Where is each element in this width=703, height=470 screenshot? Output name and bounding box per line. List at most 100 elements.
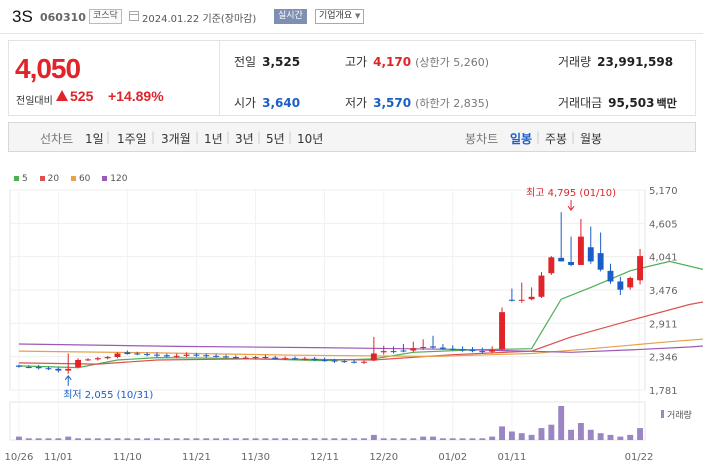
candle-body [489,349,496,352]
realtime-button[interactable]: 실시간 [274,9,307,24]
y-tick-label: 4,041 [649,253,678,264]
volume-bar [528,434,535,440]
period-1d[interactable]: 1일 [85,130,104,147]
candle-body [459,349,466,351]
volume-bar [301,438,308,440]
divider: | [151,130,156,144]
candle-body [351,361,358,363]
candle-monthly[interactable]: 월봉 [580,130,602,147]
period-1y[interactable]: 1년 [204,130,223,147]
candle-body [65,368,72,371]
volume-bar [390,438,397,440]
candle-body [430,346,436,348]
candle-body [508,299,515,301]
volume-bar [15,436,22,440]
candle-body [203,355,210,357]
x-tick-label: 12/11 [310,452,339,463]
stock-code: 060310 [40,11,86,24]
candle-body [223,356,229,358]
volume-bar [449,438,456,440]
volume-bar [84,438,91,440]
divider [219,41,220,115]
volume-bar [617,436,624,440]
prev-close: 전일 3,525 [234,55,301,69]
candle-body [538,275,545,297]
chart-axes: 5,170 4,605 4,041 3,476 2,911 2,346 1,781 10/26… [5,186,678,463]
price-date: 2024.01.22 기준(장마감) [142,14,257,25]
volume-bar [35,438,42,440]
candle-weekly[interactable]: 주봉 [545,130,567,147]
candle-body [361,361,367,363]
candle-body [124,352,131,355]
volume-bar [459,438,466,440]
change-label: 전일대비 [16,96,53,107]
divider: | [226,130,231,144]
candle-body [479,351,486,353]
volume-bar [272,438,279,440]
price-chart[interactable]: 5,170 4,605 4,041 3,476 2,911 2,346 1,781 10/26… [0,168,703,468]
candle-body [144,354,151,356]
volume-bar [223,438,229,440]
line-chart-label: 선차트 [40,132,74,146]
candle-body [311,358,318,360]
volume-bar [341,438,348,440]
x-tick-label: 11/21 [182,452,211,463]
x-tick-label: 12/20 [369,452,398,463]
period-3m[interactable]: 3개월 [161,130,191,147]
company-info-dropdown[interactable]: 기업개요 ▼ [315,9,365,24]
candle-body [252,357,259,359]
volume-bar [420,436,427,440]
open-price: 시가 3,640 [234,96,301,110]
candle-body [84,359,91,361]
candle-body [232,357,239,359]
volume-bar [508,431,515,440]
divider: | [288,130,293,144]
candle-body [55,368,62,371]
volume-bar [410,438,417,440]
candle-body [449,348,456,350]
candle-daily[interactable]: 일봉 [510,130,532,147]
candle-body [75,359,82,368]
y-tick-label: 2,346 [649,353,678,364]
price-panel: 4,050 전일대비 525 +14.89% 전일 3,525 고가 4,170 (상… [8,40,696,116]
volume-bar [282,438,289,440]
divider: | [195,130,200,144]
period-1w[interactable]: 1주일 [117,130,147,147]
period-10y[interactable]: 10년 [297,130,323,147]
volume-bar [380,438,387,440]
volume-bar [94,438,101,440]
candle-body [292,358,298,360]
chart-toolbar: 선차트 1일 | 1주일 | 3개월 | 1년 | 3년 | 5년 | 10년 … [8,122,696,152]
low-annotation: 최저 2,055 (10/31) [63,389,153,401]
volume-bar [193,438,200,440]
volume-label: 거래량 [667,409,692,421]
volume-bar [232,438,239,440]
candle-body [183,354,190,356]
current-price: 4,050 [15,53,81,84]
volume-bar [292,438,298,440]
volume-bar [568,429,575,440]
volume-bar [242,438,249,440]
volume-bar [311,438,318,440]
volume-bar [321,438,328,440]
stock-name: 3S [12,7,33,26]
volume-bar [489,436,496,440]
volume-bar [331,438,338,440]
candle-body [341,361,348,363]
candle-body [15,365,22,367]
candle-body [627,277,634,288]
candle-body [410,348,417,351]
ma-line-60 [18,338,703,358]
candle-body [163,355,170,357]
candle-body [439,347,446,349]
period-3y[interactable]: 3년 [235,130,254,147]
volume-bar [203,438,210,440]
volume-bar [469,438,476,440]
candle-body [587,247,594,262]
candlesticks [15,212,644,374]
period-5y[interactable]: 5년 [266,130,285,147]
volume-bar [75,438,82,440]
volume-bar [361,438,367,440]
volume-bar [548,424,555,440]
volume-bar [134,438,141,440]
